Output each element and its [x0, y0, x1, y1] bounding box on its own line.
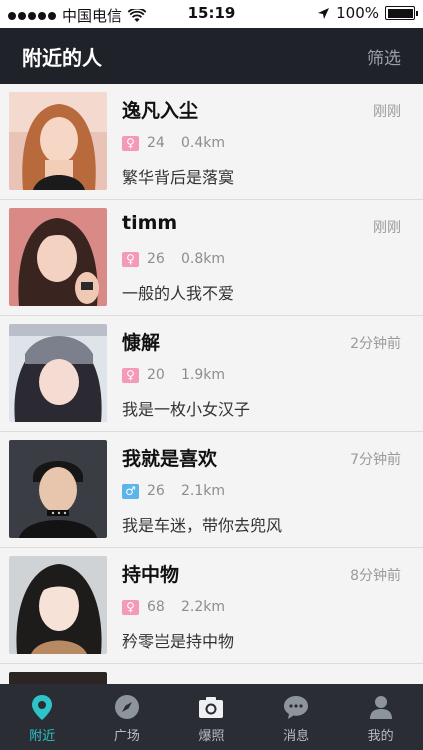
- tab-label: 广场: [113, 729, 140, 744]
- user-distance: 2.2km: [181, 599, 226, 615]
- tab-label: 我的: [367, 729, 394, 744]
- user-meta: ♀ 20 1.9km: [122, 367, 225, 383]
- user-signature: 繁华背后是落寞: [122, 168, 235, 187]
- tab-me[interactable]: 我的: [338, 684, 423, 750]
- tab-messages[interactable]: 消息: [254, 684, 339, 750]
- last-active-time: 8分钟前: [350, 568, 401, 584]
- compass-icon: [114, 695, 139, 719]
- user-age: 20: [147, 367, 165, 383]
- female-icon: ♀: [122, 135, 139, 151]
- last-active-time: 刚刚: [373, 104, 401, 120]
- user-age: 26: [147, 251, 165, 267]
- user-name: 慷解: [122, 332, 161, 354]
- user-meta: ♂ 26 2.1km: [122, 483, 225, 499]
- user-distance: 1.9km: [181, 367, 226, 383]
- female-icon: ♀: [122, 251, 139, 267]
- user-list-item[interactable]: 慷解 2分钟前 ♀ 20 1.9km 我是一枚小女汉子: [0, 316, 423, 432]
- user-list-item[interactable]: 逸凡入尘 刚刚 ♀ 24 0.4km 繁华背后是落寞: [0, 84, 423, 200]
- user-name: 我就是喜欢: [122, 448, 218, 470]
- user-signature: 我是一枚小女汉子: [122, 400, 251, 419]
- user-age: 26: [147, 483, 165, 499]
- chat-bubble-icon: [284, 696, 309, 719]
- user-meta: ♀ 24 0.4km: [122, 135, 225, 151]
- avatar-photo: [9, 92, 107, 190]
- avatar-photo: [9, 440, 107, 538]
- tab-label: 爆照: [198, 729, 225, 744]
- user-signature: 矜零岂是持中物: [122, 632, 235, 651]
- avatar[interactable]: [9, 92, 107, 190]
- user-distance: 0.8km: [181, 251, 226, 267]
- user-name: timm: [122, 212, 178, 234]
- location-arrow-icon: [318, 7, 330, 19]
- avatar-photo: [9, 672, 107, 684]
- tab-photo[interactable]: 爆照: [169, 684, 254, 750]
- avatar[interactable]: [9, 324, 107, 422]
- female-icon: ♀: [122, 599, 139, 615]
- avatar-photo: [9, 556, 107, 654]
- avatar-photo: [9, 324, 107, 422]
- battery-icon: [385, 6, 418, 20]
- user-list-item[interactable]: 我就是喜欢 7分钟前 ♂ 26 2.1km 我是车迷，带你去兜风: [0, 432, 423, 548]
- user-distance: 0.4km: [181, 135, 226, 151]
- status-right: 100%: [317, 4, 418, 22]
- camera-icon: [199, 697, 224, 718]
- last-active-time: 2分钟前: [350, 336, 401, 352]
- user-name: 逸凡入尘: [122, 100, 199, 122]
- user-meta: ♀ 68 2.2km: [122, 599, 225, 615]
- nav-bar: 附近的人 筛选: [0, 28, 423, 84]
- avatar[interactable]: [9, 672, 107, 684]
- user-list-item[interactable]: 持中物 8分钟前 ♀ 68 2.2km 矜零岂是持中物: [0, 548, 423, 664]
- avatar-photo: [9, 208, 107, 306]
- user-list-item[interactable]: timm 刚刚 ♀ 26 0.8km 一般的人我不爱: [0, 200, 423, 316]
- tab-nearby[interactable]: 附近: [0, 684, 85, 750]
- avatar[interactable]: [9, 440, 107, 538]
- person-icon: [369, 696, 392, 719]
- nearby-user-list[interactable]: 逸凡入尘 刚刚 ♀ 24 0.4km 繁华背后是落寞 timm 刚刚 ♀ 26 …: [0, 84, 423, 684]
- tab-square[interactable]: 广场: [85, 684, 170, 750]
- filter-button[interactable]: 筛选: [367, 44, 401, 69]
- user-meta: ♀ 26 0.8km: [122, 251, 225, 267]
- tab-label: 消息: [283, 729, 310, 744]
- location-pin-icon: [32, 695, 53, 720]
- user-name: 持中物: [122, 564, 180, 586]
- last-active-time: 刚刚: [373, 220, 401, 236]
- user-signature: 一般的人我不爱: [122, 284, 235, 303]
- female-icon: ♀: [122, 367, 139, 383]
- male-icon: ♂: [122, 483, 139, 499]
- battery-percent: 100%: [336, 4, 379, 22]
- tab-label: 附近: [29, 729, 56, 744]
- tab-bar: 附近 广场 爆照 消息 我的: [0, 684, 423, 750]
- status-bar: 中国电信 15:19 100%: [0, 0, 423, 28]
- user-list-item-partial[interactable]: [0, 664, 423, 684]
- user-signature: 我是车迷，带你去兜风: [122, 516, 283, 535]
- page-title: 附近的人: [22, 46, 102, 70]
- last-active-time: 7分钟前: [350, 452, 401, 468]
- user-age: 68: [147, 599, 165, 615]
- user-distance: 2.1km: [181, 483, 226, 499]
- avatar[interactable]: [9, 208, 107, 306]
- avatar[interactable]: [9, 556, 107, 654]
- user-age: 24: [147, 135, 165, 151]
